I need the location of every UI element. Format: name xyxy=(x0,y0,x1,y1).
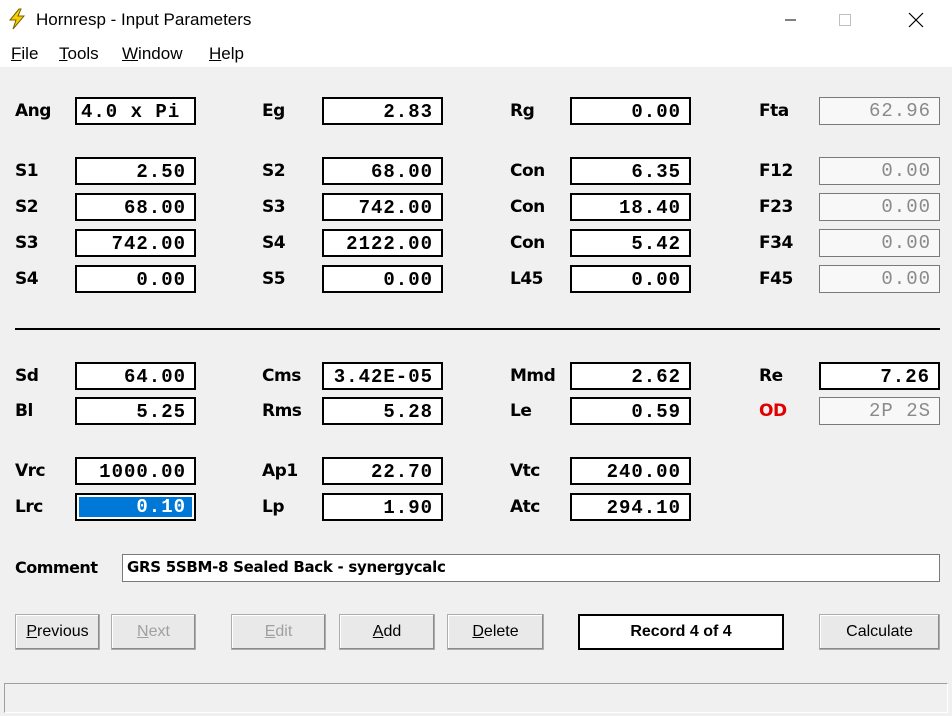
field-rms[interactable]: 5.28 xyxy=(322,397,443,425)
minimize-button[interactable] xyxy=(768,0,814,39)
edit-button[interactable]: Edit xyxy=(231,614,326,650)
minimize-icon xyxy=(785,19,796,20)
label-mmd: Mmd xyxy=(510,366,556,386)
status-bar xyxy=(4,683,948,713)
next-button[interactable]: Next xyxy=(111,614,196,650)
field-mmd[interactable]: 2.62 xyxy=(570,362,691,390)
label-s3-left: S3 xyxy=(15,233,39,253)
delete-button[interactable]: Delete xyxy=(447,614,544,650)
calculate-button[interactable]: Calculate xyxy=(819,614,940,650)
record-indicator: Record 4 of 4 xyxy=(578,614,784,650)
field-sd[interactable]: 64.00 xyxy=(75,362,196,390)
label-sd: Sd xyxy=(15,366,39,386)
window-title: Hornresp - Input Parameters xyxy=(36,10,252,29)
field-bl[interactable]: 5.25 xyxy=(75,397,196,425)
field-eg[interactable]: 2.83 xyxy=(322,97,443,125)
divider xyxy=(15,328,940,330)
label-ap1: Ap1 xyxy=(262,461,298,481)
label-lrc: Lrc xyxy=(15,497,43,517)
maximize-icon xyxy=(839,13,851,26)
label-rms: Rms xyxy=(262,401,302,421)
field-fta: 62.96 xyxy=(819,97,940,125)
label-re: Re xyxy=(759,366,783,386)
label-vrc: Vrc xyxy=(15,461,46,481)
field-vtc[interactable]: 240.00 xyxy=(570,457,691,485)
field-lrc[interactable]: 0.10 xyxy=(75,493,196,521)
label-le: Le xyxy=(510,401,532,421)
label-rg: Rg xyxy=(510,101,535,121)
field-vrc[interactable]: 1000.00 xyxy=(75,457,196,485)
label-bl: Bl xyxy=(15,401,33,421)
label-cms: Cms xyxy=(262,366,301,386)
label-fta: Fta xyxy=(759,101,789,121)
menu-help[interactable]: Help xyxy=(209,44,244,64)
label-vtc: Vtc xyxy=(510,461,540,481)
label-s4: S4 xyxy=(262,233,286,253)
field-f45: 0.00 xyxy=(819,265,940,293)
field-con-2[interactable]: 18.40 xyxy=(570,193,691,221)
label-s1: S1 xyxy=(15,161,39,181)
label-s2-left: S2 xyxy=(15,197,39,217)
field-s5[interactable]: 0.00 xyxy=(322,265,443,293)
field-lrc-selected-text: 0.10 xyxy=(79,497,192,517)
field-con-3[interactable]: 5.42 xyxy=(570,229,691,257)
label-s5: S5 xyxy=(262,269,286,289)
label-s2: S2 xyxy=(262,161,286,181)
field-con-1[interactable]: 6.35 xyxy=(570,157,691,185)
label-f34: F34 xyxy=(759,233,793,253)
field-l45[interactable]: 0.00 xyxy=(570,265,691,293)
label-atc: Atc xyxy=(510,497,540,517)
label-s4-left: S4 xyxy=(15,269,39,289)
field-f23: 0.00 xyxy=(819,193,940,221)
label-f45: F45 xyxy=(759,269,793,289)
label-comment: Comment xyxy=(15,558,98,577)
label-ang: Ang xyxy=(15,101,51,121)
field-f12: 0.00 xyxy=(819,157,940,185)
field-le[interactable]: 0.59 xyxy=(570,397,691,425)
label-od[interactable]: OD xyxy=(759,401,787,421)
field-atc[interactable]: 294.10 xyxy=(570,493,691,521)
label-s3: S3 xyxy=(262,197,286,217)
field-ap1[interactable]: 22.70 xyxy=(322,457,443,485)
add-button[interactable]: Add xyxy=(339,614,435,650)
field-s2[interactable]: 68.00 xyxy=(322,157,443,185)
field-od: 2P 2S xyxy=(819,397,940,425)
field-cms[interactable]: 3.42E-05 xyxy=(322,362,443,390)
label-f12: F12 xyxy=(759,161,793,181)
field-s1[interactable]: 2.50 xyxy=(75,157,196,185)
field-s2-left[interactable]: 68.00 xyxy=(75,193,196,221)
comment-field[interactable]: GRS 5SBM-8 Sealed Back - synergycalc xyxy=(122,554,940,582)
title-bar: Hornresp - Input Parameters xyxy=(0,0,952,39)
previous-button[interactable]: Previous xyxy=(15,614,100,650)
close-icon xyxy=(908,12,924,27)
field-rg[interactable]: 0.00 xyxy=(570,97,691,125)
maximize-button[interactable] xyxy=(822,0,868,39)
menu-file[interactable]: File xyxy=(11,44,38,64)
menu-bar: File Tools Window Help xyxy=(0,39,952,67)
field-s3[interactable]: 742.00 xyxy=(322,193,443,221)
lightning-icon[interactable] xyxy=(6,8,28,30)
label-con-1: Con xyxy=(510,161,545,181)
close-button[interactable] xyxy=(893,0,939,39)
label-eg: Eg xyxy=(262,101,285,121)
field-f34: 0.00 xyxy=(819,229,940,257)
field-lp[interactable]: 1.90 xyxy=(322,493,443,521)
field-ang[interactable]: 4.0 x Pi xyxy=(75,97,196,125)
field-s3-left[interactable]: 742.00 xyxy=(75,229,196,257)
label-lp: Lp xyxy=(262,497,285,517)
menu-tools[interactable]: Tools xyxy=(59,44,99,64)
field-re[interactable]: 7.26 xyxy=(819,362,940,390)
label-con-3: Con xyxy=(510,233,545,253)
field-s4[interactable]: 2122.00 xyxy=(322,229,443,257)
label-l45: L45 xyxy=(510,269,544,289)
menu-window[interactable]: Window xyxy=(122,44,182,64)
field-s4-left[interactable]: 0.00 xyxy=(75,265,196,293)
label-f23: F23 xyxy=(759,197,793,217)
label-con-2: Con xyxy=(510,197,545,217)
